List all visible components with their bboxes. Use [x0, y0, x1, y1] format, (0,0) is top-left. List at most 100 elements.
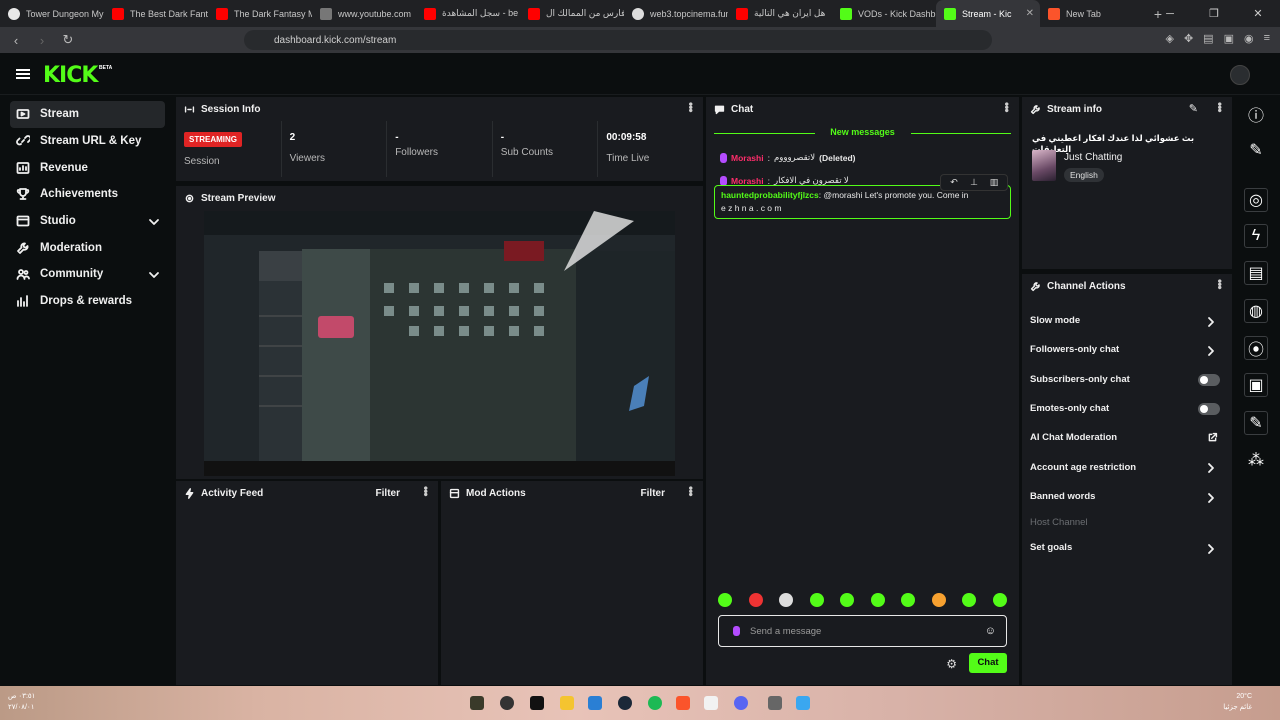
sidebar-item-achievements[interactable]: Achievements	[10, 181, 165, 208]
broadcast-icon[interactable]: ⦿	[1244, 336, 1268, 360]
more-options-icon[interactable]: •••	[419, 486, 433, 496]
action-followers-only[interactable]: Followers-only chat	[1022, 335, 1232, 364]
url-input[interactable]: dashboard.kick.com/stream	[244, 30, 992, 50]
emotes-only-toggle[interactable]	[1198, 402, 1220, 415]
avatar[interactable]	[1230, 65, 1250, 85]
more-options-icon[interactable]: •••	[684, 102, 698, 112]
action-subscribers-only[interactable]: Subscribers-only chat	[1022, 365, 1232, 394]
browser-tab-active[interactable]: Stream - Kic ✕	[936, 0, 1040, 27]
photos-icon[interactable]	[588, 696, 602, 710]
pin-icon[interactable]: ⊥	[965, 177, 983, 188]
emote-icon[interactable]	[809, 593, 824, 607]
browser-tab[interactable]: Tower Dungeon My	[0, 0, 104, 27]
close-tab-icon[interactable]: ✕	[1026, 8, 1034, 19]
sidebar-item-studio[interactable]: Studio	[10, 208, 165, 235]
trash-icon[interactable]: ▥	[985, 177, 1003, 188]
wrench-toggle-icon[interactable]: ✎	[1244, 411, 1268, 435]
sidebar-item-stream[interactable]: Stream	[10, 101, 165, 128]
action-account-age[interactable]: Account age restriction	[1022, 452, 1232, 481]
browser-tab[interactable]: www.youtube.com	[312, 0, 416, 27]
layout-settings-icon[interactable]: ⁂	[1244, 448, 1268, 472]
folder-icon[interactable]	[560, 696, 574, 710]
minimize-icon[interactable]: ─	[1148, 8, 1192, 20]
kick-logo[interactable]: KICK	[43, 63, 98, 88]
more-options-icon[interactable]: •••	[1213, 279, 1227, 289]
sidebar-item-revenue[interactable]: Revenue	[10, 154, 165, 181]
window-icon[interactable]	[768, 696, 782, 710]
more-options-icon[interactable]: •••	[684, 486, 698, 496]
layout-icon[interactable]: ▣	[1244, 373, 1268, 397]
close-window-icon[interactable]: ✕	[1236, 7, 1280, 20]
reload-icon[interactable]: ↻	[58, 32, 78, 48]
sidebar-item-moderation[interactable]: Moderation	[10, 234, 165, 261]
highlighted-chat-message[interactable]: ↶ ⊥ ▥ hauntedprobabilityfjlzcs: @morashi…	[714, 174, 1011, 219]
shield-icon[interactable]: ◈	[1165, 32, 1173, 45]
emoji-icon[interactable]: ☺	[985, 625, 996, 637]
edit-icon[interactable]: ✎	[1189, 102, 1198, 115]
steam-icon[interactable]	[618, 696, 632, 710]
game-icon[interactable]	[470, 696, 484, 710]
document-icon[interactable]: ▤	[1244, 261, 1268, 285]
action-banned-words[interactable]: Banned words	[1022, 482, 1232, 511]
vpn-icon[interactable]: ◉	[1244, 32, 1254, 45]
sidebar-item-community[interactable]: Community	[10, 261, 165, 288]
pencil-icon[interactable]: ✎	[1244, 138, 1268, 162]
emote-icon[interactable]	[992, 593, 1007, 607]
chat-input[interactable]: Send a message ☺	[718, 615, 1007, 647]
chevron-down-icon[interactable]	[147, 215, 161, 229]
tiktok-icon[interactable]	[530, 696, 544, 710]
browser-tab[interactable]: فارس من الممالك ال	[520, 0, 624, 27]
undo-icon[interactable]: ↶	[945, 177, 963, 188]
browser-tab[interactable]: New Tab	[1040, 0, 1144, 27]
filter-button[interactable]: Filter	[641, 488, 665, 499]
browser-tab[interactable]: سجل المشاهدة - be	[416, 0, 520, 27]
menu-icon[interactable]: ≡	[1264, 32, 1270, 45]
emote-icon[interactable]	[840, 593, 855, 607]
browser-tab[interactable]: The Dark Fantasy M	[208, 0, 312, 27]
emote-icon[interactable]	[748, 593, 763, 607]
puzzle-icon[interactable]: ✥	[1184, 32, 1193, 45]
chat-settings-icon[interactable]: ⚙	[946, 657, 957, 671]
action-ai-moderation[interactable]: AI Chat Moderation	[1022, 423, 1232, 452]
emote-icon[interactable]	[870, 593, 885, 607]
browser-tab[interactable]: web3.topcinema.fun	[624, 0, 728, 27]
forward-icon[interactable]: ›	[32, 33, 52, 48]
discord-icon[interactable]	[734, 696, 748, 710]
emote-icon[interactable]	[718, 593, 732, 607]
emote-icon[interactable]	[901, 593, 916, 607]
brave-icon[interactable]	[676, 696, 690, 710]
action-emotes-only[interactable]: Emotes-only chat	[1022, 394, 1232, 423]
hamburger-menu-icon[interactable]	[16, 69, 30, 79]
activity-toggle-icon[interactable]: ϟ	[1244, 224, 1268, 248]
stream-video[interactable]	[204, 211, 675, 476]
action-slow-mode[interactable]: Slow mode	[1022, 306, 1232, 335]
sidebar-icon[interactable]: ▤	[1203, 32, 1213, 45]
back-icon[interactable]: ‹	[6, 33, 26, 48]
new-messages-divider[interactable]: New messages	[714, 127, 1011, 141]
browser-tab[interactable]: The Best Dark Fanta	[104, 0, 208, 27]
store-icon[interactable]	[796, 696, 810, 710]
emote-icon[interactable]	[962, 593, 977, 607]
subscribers-only-toggle[interactable]	[1198, 373, 1220, 386]
chat-message[interactable]: Morashi: لاتقصروووم (Deleted)	[712, 149, 1011, 166]
browser-tab[interactable]: هل ايران هي التالية	[728, 0, 832, 27]
filter-button[interactable]: Filter	[376, 488, 400, 499]
info-icon[interactable]: ⓘ	[1244, 102, 1268, 126]
more-options-icon[interactable]: •••	[1213, 102, 1227, 112]
more-options-icon[interactable]: •••	[1000, 102, 1014, 112]
emote-icon[interactable]	[779, 593, 794, 607]
send-chat-button[interactable]: Chat	[969, 653, 1007, 673]
emote-icon[interactable]	[931, 593, 946, 607]
spotify-icon[interactable]	[648, 696, 662, 710]
stream-category[interactable]: Just Chatting English	[1032, 150, 1122, 183]
preview-toggle-icon[interactable]: ◎	[1244, 188, 1268, 212]
action-set-goals[interactable]: Set goals	[1022, 533, 1232, 562]
notepad-icon[interactable]	[704, 696, 718, 710]
sidebar-item-stream-url[interactable]: Stream URL & Key	[10, 128, 165, 155]
wallet-icon[interactable]: ▣	[1224, 32, 1234, 45]
maximize-icon[interactable]: ❐	[1192, 7, 1236, 20]
sidebar-item-drops[interactable]: Drops & rewards	[10, 288, 165, 315]
app-icon[interactable]	[500, 696, 514, 710]
chevron-down-icon[interactable]	[147, 268, 161, 282]
chat-toggle-icon[interactable]: ◍	[1244, 299, 1268, 323]
